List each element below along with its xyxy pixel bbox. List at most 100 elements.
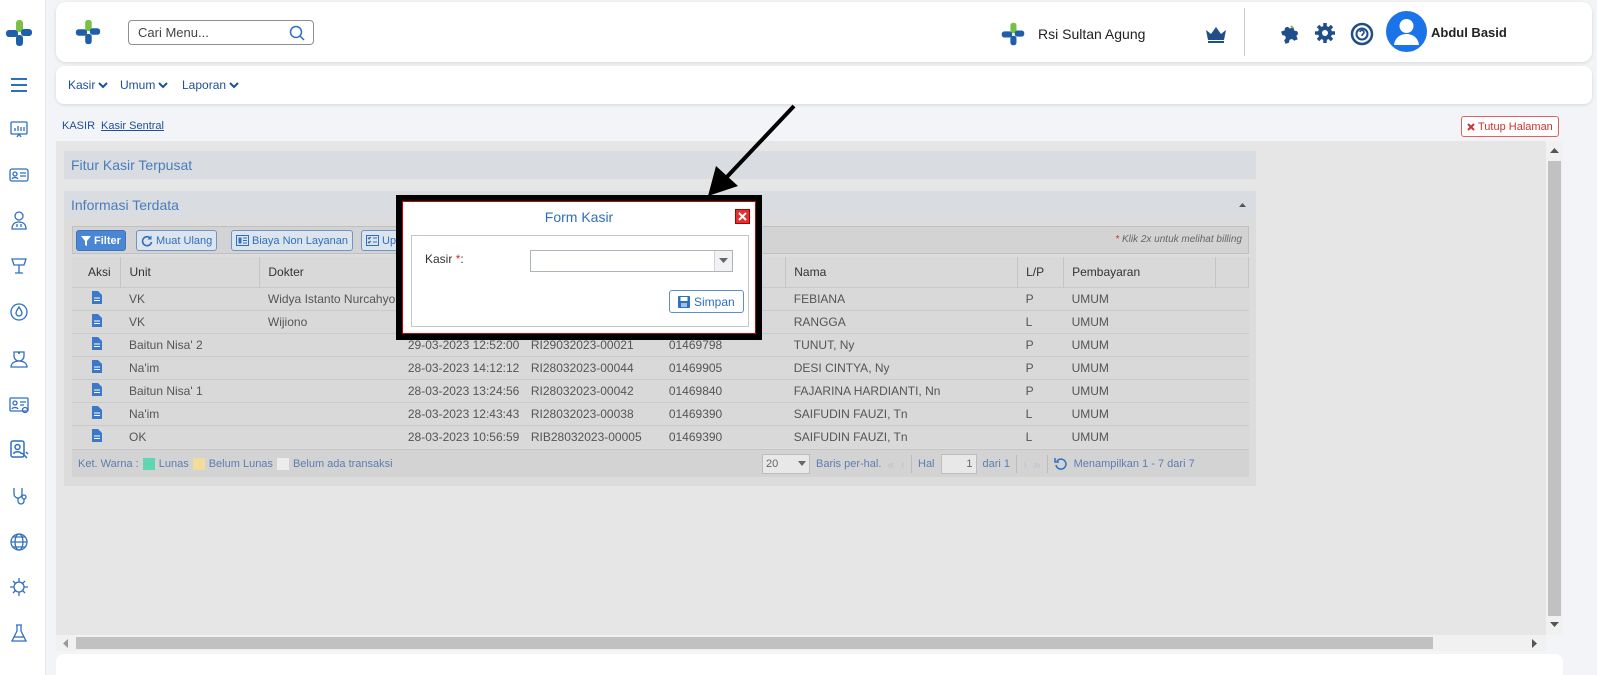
cell-no-reg: RI28032023-00044 bbox=[522, 355, 661, 379]
col-dokter[interactable]: Dokter bbox=[259, 257, 401, 287]
document-icon[interactable] bbox=[92, 336, 102, 350]
col-lp[interactable]: L/P bbox=[1017, 257, 1065, 287]
refresh-icon[interactable] bbox=[1053, 457, 1068, 471]
cell-no-rm: 01469390 bbox=[660, 401, 786, 425]
chevron-down-icon bbox=[158, 82, 169, 89]
cell-nama: FAJARINA HARDIANTI, Nn bbox=[785, 378, 1018, 402]
cell-pembayaran: UMUM bbox=[1063, 378, 1216, 402]
avatar[interactable] bbox=[1386, 11, 1427, 52]
pharmacy-icon[interactable] bbox=[6, 252, 32, 278]
dashboard-icon[interactable] bbox=[6, 116, 32, 142]
table-row[interactable]: Na'im 28-03-2023 14:12:12 RI28032023-000… bbox=[72, 355, 1249, 379]
help-icon[interactable] bbox=[1350, 22, 1374, 46]
scroll-up-icon[interactable] bbox=[1550, 147, 1559, 153]
dialog-body: Kasir *: Simpan bbox=[411, 235, 749, 327]
app-logo-icon[interactable] bbox=[4, 18, 34, 48]
chevron-down-icon bbox=[229, 82, 239, 89]
collapse-icon[interactable] bbox=[1239, 202, 1246, 207]
doctor-icon[interactable] bbox=[6, 207, 32, 233]
hamburger-menu-icon[interactable] bbox=[6, 72, 32, 98]
cashier-icon[interactable] bbox=[6, 437, 32, 463]
org-name: Rsi Sultan Agung bbox=[1038, 26, 1146, 42]
col-unit[interactable]: Unit bbox=[120, 257, 261, 287]
next-page-icon[interactable]: › bbox=[1023, 457, 1027, 472]
patient-card-icon[interactable] bbox=[6, 162, 32, 188]
vertical-scroll-thumb[interactable] bbox=[1548, 161, 1561, 616]
blood-drop-icon[interactable] bbox=[6, 299, 32, 325]
horizontal-scrollbar[interactable] bbox=[56, 635, 1546, 651]
col-pembayaran[interactable]: Pembayaran bbox=[1063, 257, 1216, 287]
virus-icon[interactable] bbox=[6, 574, 32, 600]
prev-page-icon[interactable]: ‹ bbox=[901, 457, 905, 472]
menu-laporan[interactable]: Laporan bbox=[182, 78, 239, 92]
filter-button[interactable]: Filter bbox=[76, 230, 126, 251]
feature-panel-title[interactable]: Fitur Kasir Terpusat bbox=[64, 151, 1256, 179]
dialog-close-button[interactable] bbox=[735, 209, 750, 224]
user-name[interactable]: Abdul Basid bbox=[1431, 25, 1507, 40]
scroll-right-icon[interactable] bbox=[1532, 639, 1538, 648]
cell-no-reg: RI28032023-00042 bbox=[522, 378, 661, 402]
kasir-select[interactable] bbox=[530, 250, 733, 272]
cell-no-reg: RIB28032023-00005 bbox=[522, 424, 661, 448]
pager-separator bbox=[1016, 455, 1018, 473]
annotation-arrow-icon bbox=[708, 104, 796, 196]
horizontal-scroll-thumb[interactable] bbox=[76, 637, 1433, 649]
reload-button[interactable]: Muat Ulang bbox=[136, 230, 218, 251]
cell-pembayaran: UMUM bbox=[1063, 424, 1216, 448]
document-icon[interactable] bbox=[92, 359, 102, 373]
page-size-value: 20 bbox=[766, 458, 779, 470]
dialog-title: Form Kasir bbox=[544, 209, 614, 225]
nurse-icon[interactable] bbox=[6, 345, 32, 371]
col-nama[interactable]: Nama bbox=[785, 257, 1019, 287]
search-icon[interactable] bbox=[289, 25, 305, 41]
form-kasir-dialog: Form Kasir Kasir *: Simpan bbox=[396, 195, 762, 340]
puzzle-icon[interactable] bbox=[1278, 22, 1300, 44]
panel-icon bbox=[236, 235, 249, 246]
close-page-button[interactable]: Tutup Halaman bbox=[1461, 116, 1559, 137]
registration-icon[interactable] bbox=[6, 392, 32, 418]
document-icon[interactable] bbox=[92, 382, 102, 396]
first-page-icon[interactable]: « bbox=[887, 457, 894, 472]
close-page-label: Tutup Halaman bbox=[1478, 120, 1553, 133]
chevron-down-icon bbox=[798, 461, 806, 466]
cell-pembayaran: UMUM bbox=[1063, 332, 1216, 356]
last-page-icon[interactable]: » bbox=[1033, 457, 1040, 472]
gear-icon[interactable] bbox=[1314, 22, 1336, 44]
kasir-select-toggle[interactable] bbox=[714, 251, 732, 271]
reload-label: Muat Ulang bbox=[156, 234, 213, 247]
document-icon[interactable] bbox=[92, 405, 102, 419]
app-logo-icon[interactable] bbox=[74, 18, 102, 46]
menu-umum[interactable]: Umum bbox=[120, 78, 169, 92]
document-icon[interactable] bbox=[92, 290, 102, 304]
globe-icon[interactable] bbox=[6, 529, 32, 555]
document-icon[interactable] bbox=[92, 313, 102, 327]
showing-label: Menampilkan 1 - 7 dari 7 bbox=[1073, 458, 1195, 470]
search-input[interactable] bbox=[128, 20, 314, 45]
scroll-down-icon[interactable] bbox=[1550, 622, 1559, 628]
filter-label: Filter bbox=[94, 234, 121, 247]
cell-dokter bbox=[259, 401, 400, 425]
table-row[interactable]: OK 28-03-2023 10:56:59 RIB28032023-00005… bbox=[72, 424, 1249, 448]
cell-lp: P bbox=[1017, 355, 1064, 379]
table-row[interactable]: Baitun Nisa' 1 28-03-2023 13:24:56 RI280… bbox=[72, 378, 1249, 402]
vertical-scrollbar[interactable] bbox=[1546, 141, 1563, 635]
page-input[interactable] bbox=[940, 454, 977, 474]
document-icon[interactable] bbox=[92, 428, 102, 442]
table-row[interactable]: Na'im 28-03-2023 12:43:43 RI28032023-000… bbox=[72, 401, 1249, 425]
col-aksi[interactable]: Aksi bbox=[72, 257, 122, 287]
save-button[interactable]: Simpan bbox=[669, 290, 744, 313]
scroll-left-icon[interactable] bbox=[62, 639, 68, 648]
breadcrumb-current[interactable]: Kasir Sentral bbox=[101, 120, 164, 132]
page-size-select[interactable]: 20 bbox=[762, 454, 810, 474]
lab-flask-icon[interactable] bbox=[6, 620, 32, 646]
menu-laporan-label: Laporan bbox=[182, 78, 227, 92]
stethoscope-icon[interactable] bbox=[6, 483, 32, 509]
cell-nama: RANGGA bbox=[785, 309, 1018, 333]
non-service-fee-button[interactable]: Biaya Non Layanan bbox=[231, 230, 354, 251]
menu-kasir[interactable]: Kasir bbox=[68, 78, 109, 92]
cell-nama: DESI CINTYA, Ny bbox=[785, 355, 1018, 379]
menu-kasir-label: Kasir bbox=[68, 78, 96, 92]
crown-icon[interactable] bbox=[1204, 24, 1228, 44]
cell-lp: L bbox=[1017, 401, 1064, 425]
cell-nama: SAIFUDIN FAUZI, Tn bbox=[785, 401, 1018, 425]
